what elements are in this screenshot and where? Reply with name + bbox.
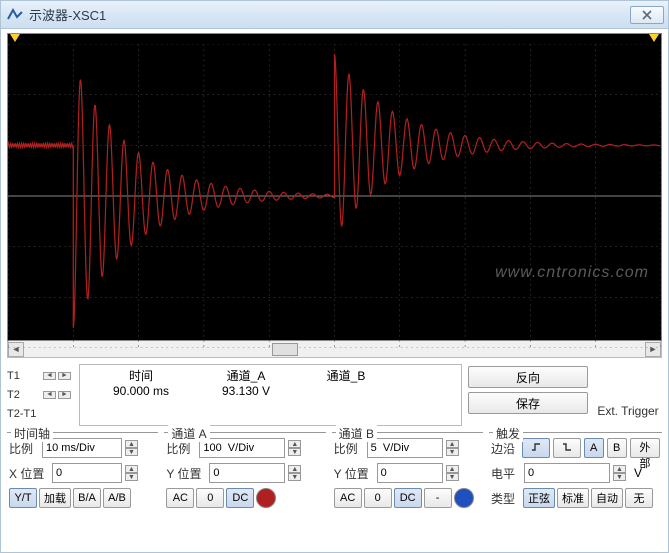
channel-b-title: 通道 B bbox=[336, 425, 377, 442]
channel-a-group: 通道 A 比例 ▲▼ Y 位置 ▲▼ AC 0 DC bbox=[164, 432, 325, 532]
mode-ba-button[interactable]: B/A bbox=[73, 488, 101, 508]
cha-scale-down[interactable]: ▼ bbox=[288, 448, 301, 456]
trigger-type-label: 类型 bbox=[491, 490, 521, 507]
timebase-xpos-input[interactable] bbox=[52, 463, 122, 483]
trigger-edge-label: 边沿 bbox=[491, 440, 519, 457]
readout-chb-value bbox=[296, 384, 396, 398]
readout-time-header: 时间 bbox=[86, 367, 196, 384]
trigger-type-auto-button[interactable]: 自动 bbox=[591, 488, 623, 508]
trigger-level-up[interactable]: ▲ bbox=[613, 465, 626, 473]
scroll-thumb[interactable] bbox=[272, 343, 298, 356]
chb-scale-input[interactable] bbox=[367, 438, 443, 458]
cha-scale-up[interactable]: ▲ bbox=[288, 440, 301, 448]
chb-ac-button[interactable]: AC bbox=[334, 488, 362, 508]
trigger-level-unit: V bbox=[629, 466, 647, 480]
cha-zero-button[interactable]: 0 bbox=[196, 488, 224, 508]
trigger-group: 触发 边沿 A B 外部 电平 ▲▼ V 类型 正弦 bbox=[489, 432, 662, 532]
trigger-src-b-button[interactable]: B bbox=[607, 438, 627, 458]
save-button[interactable]: 保存 bbox=[468, 392, 588, 414]
timebase-xpos-down[interactable]: ▼ bbox=[125, 473, 138, 481]
close-icon bbox=[642, 10, 652, 20]
cha-color-swatch[interactable] bbox=[256, 488, 276, 508]
trigger-type-none-button[interactable]: 无 bbox=[625, 488, 653, 508]
cha-scale-input[interactable] bbox=[199, 438, 285, 458]
close-button[interactable] bbox=[630, 6, 664, 24]
ext-trigger-label: Ext. Trigger bbox=[594, 364, 662, 426]
t2-left-button[interactable]: ◄ bbox=[43, 391, 56, 399]
readout-chb-header: 通道_B bbox=[296, 367, 396, 384]
reverse-button[interactable]: 反向 bbox=[468, 366, 588, 388]
mode-ab-button[interactable]: A/B bbox=[103, 488, 131, 508]
channel-a-title: 通道 A bbox=[168, 425, 209, 442]
chb-invert-button[interactable]: - bbox=[424, 488, 452, 508]
t1-right-button[interactable]: ► bbox=[58, 372, 71, 380]
cha-ypos-down[interactable]: ▼ bbox=[288, 473, 301, 481]
t2-right-button[interactable]: ► bbox=[58, 391, 71, 399]
timebase-scale-up[interactable]: ▲ bbox=[125, 440, 138, 448]
waveform-canvas bbox=[8, 44, 661, 348]
trigger-title: 触发 bbox=[493, 425, 523, 442]
readout-cha-header: 通道_A bbox=[196, 367, 296, 384]
timebase-scale-input[interactable] bbox=[42, 438, 122, 458]
chb-scale-up[interactable]: ▲ bbox=[446, 440, 459, 448]
trigger-markers bbox=[8, 34, 661, 44]
chb-ypos-up[interactable]: ▲ bbox=[446, 465, 459, 473]
timebase-group: 时间轴 比例 ▲▼ X 位置 ▲▼ Y/T 加载 B/A A/B bbox=[7, 432, 158, 532]
trigger-src-a-button[interactable]: A bbox=[584, 438, 604, 458]
timebase-title: 时间轴 bbox=[11, 425, 53, 442]
trigger-src-ext-button[interactable]: 外部 bbox=[630, 438, 660, 458]
edge-rise-icon bbox=[531, 442, 541, 452]
cha-ypos-up[interactable]: ▲ bbox=[288, 465, 301, 473]
channel-b-group: 通道 B 比例 ▲▼ Y 位置 ▲▼ AC 0 DC - bbox=[332, 432, 483, 532]
titlebar: 示波器-XSC1 bbox=[1, 1, 668, 29]
timebase-xpos-label: X 位置 bbox=[9, 465, 49, 482]
readout-time-value: 90.000 ms bbox=[86, 384, 196, 398]
cursor-t1-label: T1 bbox=[7, 370, 41, 382]
timebase-scale-down[interactable]: ▼ bbox=[125, 448, 138, 456]
timebase-xpos-up[interactable]: ▲ bbox=[125, 465, 138, 473]
cha-scale-label: 比例 bbox=[166, 440, 196, 457]
cursor-diff-label: T2-T1 bbox=[7, 408, 41, 420]
cha-dc-button[interactable]: DC bbox=[226, 488, 254, 508]
mode-yt-button[interactable]: Y/T bbox=[9, 488, 37, 508]
app-icon bbox=[7, 7, 23, 23]
mode-add-button[interactable]: 加载 bbox=[39, 488, 71, 508]
chb-ypos-input[interactable] bbox=[377, 463, 443, 483]
chb-zero-button[interactable]: 0 bbox=[364, 488, 392, 508]
trigger-edge-rise-button[interactable] bbox=[522, 438, 550, 458]
cursor-t2-label: T2 bbox=[7, 389, 41, 401]
edge-fall-icon bbox=[562, 442, 572, 452]
trigger-level-label: 电平 bbox=[491, 465, 521, 482]
chb-dc-button[interactable]: DC bbox=[394, 488, 422, 508]
t1-left-button[interactable]: ◄ bbox=[43, 372, 56, 380]
cursor-controls: T1 ◄ ► T2 ◄ ► bbox=[7, 364, 73, 426]
readout-cha-value: 93.130 V bbox=[196, 384, 296, 398]
cha-ypos-input[interactable] bbox=[209, 463, 285, 483]
cha-ypos-label: Y 位置 bbox=[166, 465, 206, 482]
scroll-track[interactable] bbox=[24, 342, 645, 357]
chb-scale-label: 比例 bbox=[334, 440, 364, 457]
chb-ypos-down[interactable]: ▼ bbox=[446, 473, 459, 481]
chb-scale-down[interactable]: ▼ bbox=[446, 448, 459, 456]
trigger-level-input[interactable] bbox=[524, 463, 610, 483]
horizontal-scrollbar[interactable]: ◄ ► bbox=[7, 341, 662, 358]
cursor-readout: 时间 通道_A 通道_B 90.000 ms 93.130 V bbox=[79, 364, 462, 426]
chb-ypos-label: Y 位置 bbox=[334, 465, 374, 482]
chb-color-swatch[interactable] bbox=[454, 488, 474, 508]
window-title: 示波器-XSC1 bbox=[29, 5, 630, 24]
timebase-scale-label: 比例 bbox=[9, 440, 39, 457]
trigger-edge-fall-button[interactable] bbox=[553, 438, 581, 458]
trigger-level-down[interactable]: ▼ bbox=[613, 473, 626, 481]
trigger-type-sine-button[interactable]: 正弦 bbox=[523, 488, 555, 508]
cha-ac-button[interactable]: AC bbox=[166, 488, 194, 508]
oscilloscope-display[interactable]: www.cntronics.com bbox=[7, 33, 662, 341]
trigger-type-normal-button[interactable]: 标准 bbox=[557, 488, 589, 508]
